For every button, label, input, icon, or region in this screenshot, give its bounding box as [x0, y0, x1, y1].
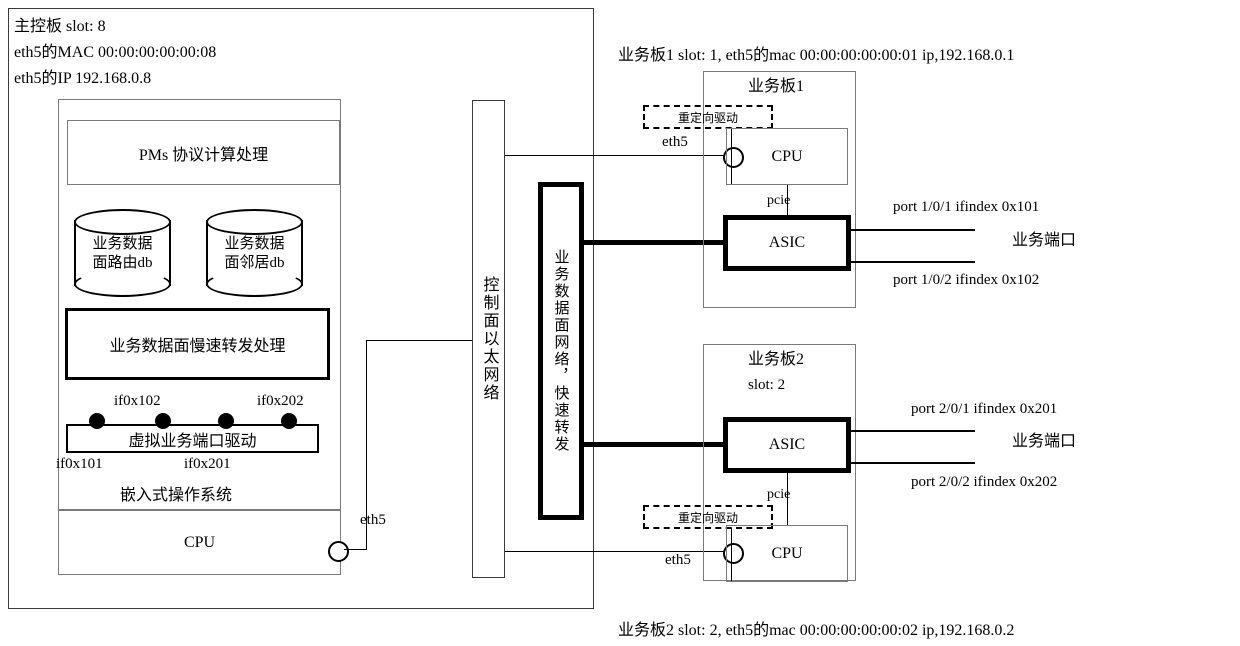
- db-route-line1: 业务数据: [92, 236, 153, 252]
- data-plane-network-label: 业务数据面网络，快速转发: [552, 249, 569, 453]
- virtual-port-driver-box: 虚拟业务端口驱动: [66, 424, 319, 453]
- board2-pcie-line: [787, 473, 788, 525]
- pms-protocol-box: PMs 协议计算处理: [67, 120, 340, 185]
- main-board-header-line1: 主控板 slot: 8: [14, 18, 106, 35]
- board2-eth5-label: eth5: [665, 552, 691, 568]
- board1-port-top-label: port 1/0/1 ifindex 0x101: [893, 199, 1040, 215]
- board2-caption: 业务板2 slot: 2, eth5的mac 00:00:00:00:00:02…: [618, 622, 1015, 639]
- if0x102-label: if0x102: [114, 393, 161, 409]
- board2-asic-box: ASIC: [723, 417, 851, 473]
- board1-title: 业务板1: [748, 78, 805, 95]
- board2-port1-line: [850, 430, 975, 432]
- board1-port1-line: [850, 229, 975, 231]
- embedded-os-label: 嵌入式操作系统: [120, 487, 233, 504]
- board2-cpu-box: CPU: [726, 525, 848, 582]
- board2-port-bottom-label: port 2/0/2 ifindex 0x202: [911, 474, 1058, 490]
- board1-service-port-label: 业务端口: [1012, 232, 1077, 249]
- board1-asic-box: ASIC: [723, 215, 851, 271]
- db-neighbor-line1: 业务数据: [224, 236, 285, 252]
- board1-caption: 业务板1 slot: 1, eth5的mac 00:00:00:00:00:01…: [618, 47, 1015, 64]
- board2-service-port-label: 业务端口: [1012, 433, 1077, 450]
- board1-port-bottom-label: port 1/0/2 ifindex 0x102: [893, 272, 1040, 288]
- slow-forwarding-box: 业务数据面慢速转发处理: [65, 308, 330, 380]
- main-board-eth5-label: eth5: [360, 512, 386, 528]
- if0x202-label: if0x202: [257, 393, 304, 409]
- eth5-link-horizontal-top: [366, 340, 473, 341]
- eth5-link-horizontal-bottom: [344, 549, 367, 550]
- db-neighbor-cylinder: 业务数据 面邻居db: [206, 209, 303, 297]
- db-route-cylinder: 业务数据 面路由db: [74, 209, 171, 297]
- if0x201-label: if0x201: [184, 456, 231, 472]
- board2-title: 业务板2: [748, 351, 805, 368]
- main-board-header-line2: eth5的MAC 00:00:00:00:00:08: [14, 44, 217, 61]
- board1-eth5-label: eth5: [662, 134, 688, 150]
- board1-cpu-box: CPU: [726, 128, 848, 185]
- main-board-eth5-connector: [328, 541, 349, 562]
- board2-slot-label: slot: 2: [748, 377, 786, 393]
- board2-port-top-label: port 2/0/1 ifindex 0x201: [911, 401, 1058, 417]
- control-to-board1-link: [505, 155, 731, 156]
- control-to-board2-link: [505, 551, 731, 552]
- if0x101-label: if0x101: [56, 456, 103, 472]
- control-plane-ethernet-label: 控制面以太网络: [480, 276, 498, 402]
- board2-port2-line: [850, 462, 975, 464]
- board1-pcie-line: [787, 185, 788, 217]
- diagram-canvas: 主控板 slot: 8 eth5的MAC 00:00:00:00:00:08 e…: [0, 0, 1240, 646]
- main-board-cpu-box: CPU: [58, 510, 341, 575]
- main-board-header-line3: eth5的IP 192.168.0.8: [14, 70, 152, 87]
- board1-port2-line: [850, 261, 975, 263]
- db-route-line2: 面路由db: [92, 254, 153, 271]
- board1-redirect-driver-box: 重定向驱动: [643, 105, 773, 129]
- db-neighbor-line2: 面邻居db: [224, 254, 285, 271]
- eth5-link-vertical: [366, 340, 367, 550]
